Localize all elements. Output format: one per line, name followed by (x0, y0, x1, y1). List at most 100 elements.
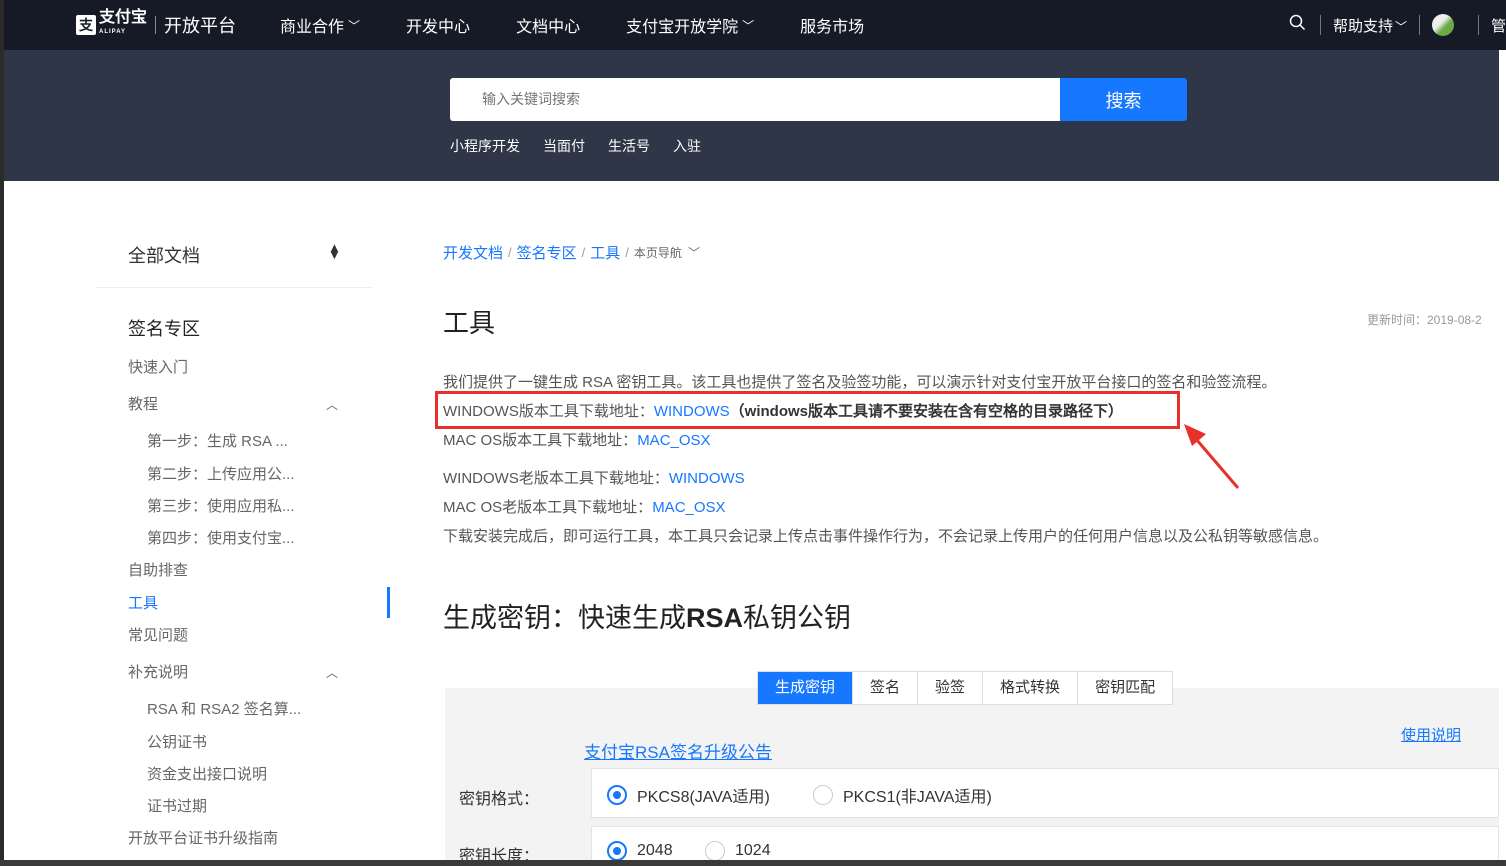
windows-old-download-line: WINDOWS老版本工具下载地址：WINDOWS (443, 467, 745, 488)
radio-selected-icon (607, 841, 627, 861)
breadcrumb: 开发文档 / 签名专区 / 工具 / 本页导航 ﹀ (443, 242, 700, 263)
upgrade-notice-link[interactable]: 支付宝RSA签名升级公告 (584, 738, 772, 763)
chevron-up-icon[interactable]: ︿ (326, 664, 338, 681)
mac-old-download-label: MAC OS老版本工具下载地址： (443, 499, 653, 516)
radio-unselected-icon (813, 785, 833, 805)
chevron-up-icon[interactable]: ︿ (326, 396, 338, 413)
help-menu[interactable]: 帮助支持 ﹀ (1333, 15, 1407, 36)
tool-tabs: 生成密钥 签名 验签 格式转换 密钥匹配 (757, 671, 1174, 705)
tab-key-match[interactable]: 密钥匹配 (1078, 672, 1173, 704)
update-time: 更新时间：2019-08-2 (1367, 313, 1482, 327)
quick-link-lifeaccount[interactable]: 生活号 (608, 136, 650, 156)
mac-old-download-link[interactable]: MAC_OSX (652, 499, 725, 516)
chevron-down-icon[interactable]: ﹀ (688, 244, 700, 261)
after-install-text: 下载安装完成后，即可运行工具，本工具只会记录上传点击事件操作行为，不会记录上传用… (443, 528, 1329, 545)
section-heading: 生成密钥：快速生成RSA私钥公钥 (443, 596, 851, 635)
highlight-box (435, 391, 1180, 429)
sidebar-divider (96, 287, 372, 288)
avatar[interactable] (1431, 14, 1454, 36)
search-hero: 搜索 小程序开发 当面付 生活号 入驻 (4, 50, 1499, 181)
section-heading-prefix: 生成密钥：快速生成 (443, 603, 686, 633)
sidebar-section-title: 签名专区 (128, 319, 200, 339)
mac-download-label: MAC OS版本工具下载地址： (443, 432, 638, 449)
logo-cn: 支付宝 (99, 9, 148, 26)
manage-link[interactable]: 管 (1491, 15, 1506, 36)
logo-en: ALIPAY (99, 29, 127, 35)
nav-doc-center-label: 文档中心 (516, 19, 581, 36)
help-label: 帮助支持 (1332, 17, 1393, 35)
nav-service-market[interactable]: 服务市场 (800, 13, 864, 37)
nav-academy-label: 支付宝开放学院 (626, 19, 739, 36)
search-icon[interactable] (1289, 14, 1306, 36)
tab-format-convert[interactable]: 格式转换 (983, 672, 1079, 704)
platform-title: 开放平台 (164, 16, 237, 36)
radio-2048-label: 2048 (637, 842, 673, 859)
page-title: 工具 (443, 308, 496, 338)
radio-selected-icon (607, 785, 627, 805)
tab-verify[interactable]: 验签 (918, 672, 984, 704)
intro-text: 我们提供了一键生成 RSA 密钥工具。该工具也提供了签名及验签功能，可以演示针对… (443, 374, 1277, 391)
sidebar-item-cert-upgrade[interactable]: 开放平台证书升级指南 (128, 827, 278, 848)
breadcrumb-separator: / (625, 245, 629, 260)
chevron-down-icon: ﹀ (1394, 19, 1407, 34)
sidebar-active-indicator (387, 587, 390, 618)
radio-pkcs1[interactable]: PKCS1(非JAVA适用) (813, 783, 992, 807)
key-format-label: 密钥格式： (459, 791, 540, 808)
sidebar-item-step2[interactable]: 第二步：上传应用公... (147, 463, 295, 484)
sidebar-item-fund-api[interactable]: 资金支出接口说明 (147, 763, 267, 784)
breadcrumb-tools[interactable]: 工具 (590, 242, 620, 263)
breadcrumb-dev-docs[interactable]: 开发文档 (443, 242, 503, 263)
nav-business[interactable]: 商业合作 ﹀ (280, 13, 360, 37)
section-heading-bold: RSA (686, 603, 744, 633)
mac-download-line: MAC OS版本工具下载地址：MAC_OSX (443, 429, 711, 450)
tab-generate-key[interactable]: 生成密钥 (758, 672, 854, 704)
nav-academy[interactable]: 支付宝开放学院 ﹀ (626, 13, 754, 37)
search-button[interactable]: 搜索 (1060, 78, 1187, 121)
alipay-logo[interactable]: 支 支付宝 ALIPAY 开放平台 (76, 9, 237, 39)
windows-old-download-link[interactable]: WINDOWS (669, 470, 745, 487)
sidebar-item-tutorial[interactable]: 教程 (128, 393, 158, 414)
breadcrumb-separator: / (581, 245, 586, 260)
nav-dev-center-label: 开发中心 (406, 19, 471, 36)
top-nav: 支 支付宝 ALIPAY 开放平台 商业合作 ﹀ 开发中心 文档中心 支付宝开放… (4, 0, 1506, 50)
nav-dev-center[interactable]: 开发中心 (406, 13, 470, 37)
breadcrumb-sign-zone[interactable]: 签名专区 (517, 242, 577, 263)
sidebar-item-selfcheck[interactable]: 自助排查 (128, 559, 188, 580)
radio-pkcs8-label: PKCS8(JAVA适用) (637, 789, 770, 806)
doc-sidebar: 全部文档 ▲ ▼ 签名专区 快速入门 教程 ︿ 第一步：生成 RSA ... 第二… (96, 218, 390, 858)
all-docs-selector[interactable]: 全部文档 (128, 242, 200, 268)
sidebar-item-supplement[interactable]: 补充说明 (128, 661, 188, 682)
quick-links: 小程序开发 当面付 生活号 入驻 (450, 136, 724, 156)
nav-doc-center[interactable]: 文档中心 (516, 13, 580, 37)
sidebar-item-step1[interactable]: 第一步：生成 RSA ... (147, 430, 288, 451)
sidebar-item-step4[interactable]: 第四步：使用支付宝... (147, 527, 295, 548)
usage-guide-link[interactable]: 使用说明 (1401, 724, 1461, 745)
sidebar-item-cert-expired[interactable]: 证书过期 (147, 795, 207, 816)
quick-link-facepay[interactable]: 当面付 (543, 136, 585, 156)
windows-old-download-label: WINDOWS老版本工具下载地址： (443, 470, 669, 487)
page-nav-menu[interactable]: 本页导航 (634, 244, 682, 261)
sidebar-item-public-cert[interactable]: 公钥证书 (147, 731, 207, 752)
alipay-logo-icon: 支 (76, 15, 96, 35)
window-bottom-edge (0, 860, 1506, 866)
mac-old-download-line: MAC OS老版本工具下载地址：MAC_OSX (443, 496, 726, 517)
radio-pkcs8[interactable]: PKCS8(JAVA适用) (607, 783, 770, 807)
sidebar-item-tools[interactable]: 工具 (128, 592, 158, 613)
chevron-down-icon: ﹀ (348, 18, 361, 33)
tab-sign[interactable]: 签名 (853, 672, 919, 704)
quick-link-miniapp[interactable]: 小程序开发 (450, 136, 520, 156)
nav-divider (1477, 15, 1479, 35)
sidebar-item-rsa-rsa2[interactable]: RSA 和 RSA2 签名算... (147, 698, 301, 719)
breadcrumb-separator: / (508, 245, 512, 260)
sidebar-item-faq[interactable]: 常见问题 (128, 624, 188, 645)
mac-download-link[interactable]: MAC_OSX (637, 432, 710, 449)
radio-1024-label: 1024 (735, 842, 771, 859)
sort-icon[interactable]: ▲ ▼ (328, 241, 341, 261)
radio-1024[interactable]: 1024 (705, 841, 771, 861)
radio-2048[interactable]: 2048 (607, 841, 673, 861)
sidebar-item-quickstart[interactable]: 快速入门 (128, 356, 188, 377)
highlight-arrow-icon (1184, 424, 1240, 489)
search-input[interactable] (450, 78, 1060, 121)
sidebar-item-step3[interactable]: 第三步：使用应用私... (147, 495, 295, 516)
quick-link-join[interactable]: 入驻 (673, 136, 701, 156)
